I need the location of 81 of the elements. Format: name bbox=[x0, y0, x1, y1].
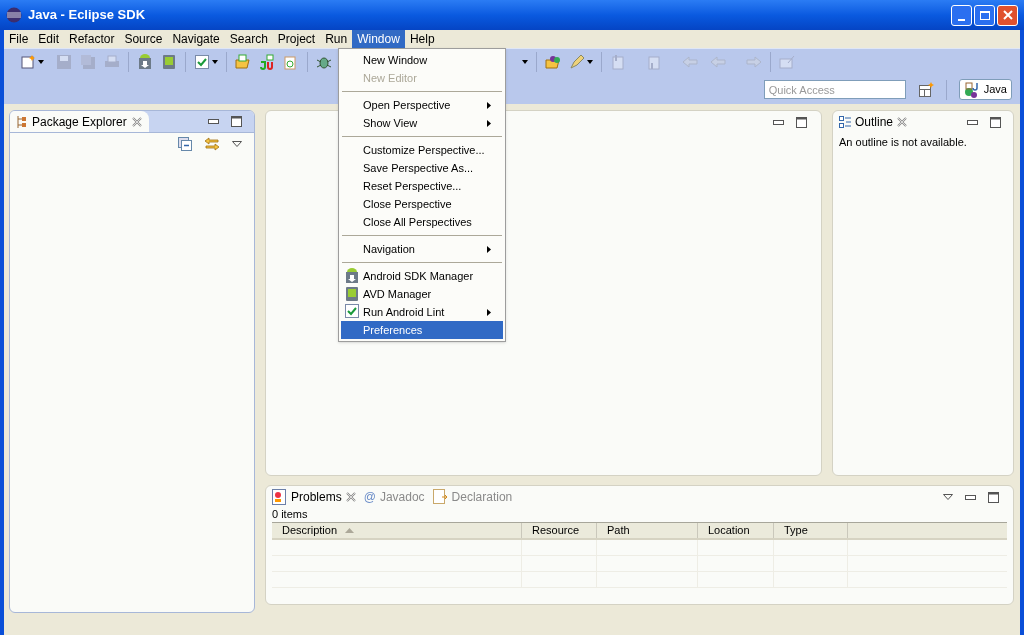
link-arrows-icon[interactable] bbox=[204, 137, 220, 151]
menu-item[interactable]: Customize Perspective... bbox=[341, 141, 503, 159]
maximize-icon[interactable] bbox=[988, 491, 999, 503]
maximize-button[interactable] bbox=[974, 4, 995, 26]
maximize-icon[interactable] bbox=[231, 116, 242, 127]
menu-item[interactable]: New Window bbox=[341, 51, 503, 69]
menu-bar-item[interactable]: Window bbox=[352, 30, 405, 48]
view-menu-icon[interactable] bbox=[232, 141, 242, 147]
menu-bar-item[interactable]: Source bbox=[119, 30, 168, 48]
menu-bar-item[interactable]: Project bbox=[272, 30, 321, 48]
tab-label: Outline bbox=[855, 114, 894, 131]
column-header[interactable]: Resource bbox=[522, 523, 597, 538]
minimize-icon[interactable] bbox=[965, 494, 976, 500]
menu-item[interactable]: Navigation bbox=[341, 240, 503, 258]
menu-item[interactable]: Show View bbox=[341, 114, 503, 132]
menu-bar-item[interactable]: Navigate bbox=[167, 30, 225, 48]
maximize-icon[interactable] bbox=[990, 116, 1001, 128]
tab-label: Package Explorer bbox=[32, 113, 127, 131]
caret-icon[interactable] bbox=[522, 60, 528, 64]
menu-item[interactable]: Run Android Lint bbox=[341, 303, 503, 321]
menu-item[interactable]: Preferences bbox=[341, 321, 503, 339]
close-icon[interactable] bbox=[897, 117, 908, 127]
window-title: Java - Eclipse SDK bbox=[28, 6, 146, 25]
at-sign-icon: @ bbox=[363, 488, 376, 506]
minimize-button[interactable] bbox=[951, 4, 972, 26]
outline-icon bbox=[839, 116, 851, 128]
sort-ascending-icon bbox=[345, 528, 355, 533]
quick-access-field[interactable]: Quick Access bbox=[763, 80, 906, 99]
menu-item[interactable]: Android SDK Manager bbox=[341, 267, 503, 285]
menu-bar-item[interactable]: Help bbox=[404, 30, 440, 48]
panel-tab[interactable]: Outline bbox=[833, 113, 914, 131]
caret-icon[interactable] bbox=[212, 60, 218, 64]
menu-item[interactable]: Close Perspective bbox=[341, 195, 503, 213]
declaration-icon bbox=[432, 489, 448, 505]
problems-icon bbox=[272, 489, 287, 505]
java-perspective-button[interactable]: Java bbox=[958, 79, 1012, 100]
menu-bar-item[interactable]: Edit bbox=[33, 30, 65, 48]
menu-item[interactable]: Open Perspective bbox=[341, 96, 503, 114]
close-icon[interactable] bbox=[131, 116, 142, 127]
bug-icon[interactable] bbox=[316, 54, 332, 70]
column-header[interactable]: Type bbox=[774, 523, 848, 538]
caret-icon[interactable] bbox=[587, 60, 593, 64]
menu-bar-item[interactable]: Run bbox=[320, 30, 353, 48]
panel-tab[interactable]: Package Explorer bbox=[10, 111, 149, 132]
maximize-icon[interactable] bbox=[796, 116, 807, 128]
menu-item[interactable]: AVD Manager bbox=[341, 285, 503, 303]
collapse-all-icon[interactable] bbox=[178, 137, 192, 151]
java-perspective-icon bbox=[963, 81, 980, 98]
package-icon bbox=[17, 115, 27, 128]
menu-bar-item[interactable]: Refactor bbox=[64, 30, 120, 48]
close-icon[interactable] bbox=[345, 492, 356, 502]
app-logo-icon bbox=[6, 7, 22, 23]
test-icon[interactable] bbox=[259, 54, 275, 70]
menu-item[interactable]: Close All Perspectives bbox=[341, 213, 503, 231]
android-device-icon bbox=[345, 286, 359, 302]
android-device-icon[interactable] bbox=[161, 54, 177, 70]
minimize-icon[interactable] bbox=[208, 119, 219, 124]
menu-item[interactable]: Reset Perspective... bbox=[341, 177, 503, 195]
outline-message: An outline is not available. bbox=[838, 135, 968, 150]
column-header[interactable]: Description bbox=[272, 523, 522, 538]
android-download-icon[interactable] bbox=[137, 54, 153, 70]
panel-tab[interactable]: Problems bbox=[272, 488, 364, 506]
open-perspective-icon[interactable] bbox=[917, 81, 934, 98]
open-folder-icon[interactable] bbox=[545, 54, 561, 70]
new-class-icon[interactable] bbox=[283, 54, 299, 70]
close-icon bbox=[1002, 10, 1013, 20]
column-header[interactable]: Path bbox=[597, 523, 698, 538]
view-menu-icon[interactable] bbox=[943, 494, 953, 500]
folder-icon[interactable] bbox=[235, 54, 251, 70]
item-count: 0 items bbox=[272, 508, 309, 520]
minimize-icon[interactable] bbox=[967, 119, 978, 125]
close-button[interactable] bbox=[997, 4, 1018, 26]
minimize-icon[interactable] bbox=[773, 119, 784, 125]
menu-item[interactable]: Save Perspective As... bbox=[341, 159, 503, 177]
menu-bar-item[interactable]: Search bbox=[224, 30, 273, 48]
menu-bar-item[interactable]: File bbox=[4, 30, 34, 48]
caret-icon[interactable] bbox=[38, 60, 44, 64]
column-header[interactable]: Location bbox=[698, 523, 774, 538]
checkmark-icon bbox=[345, 304, 359, 318]
android-download-icon bbox=[345, 268, 359, 284]
checkbox-icon[interactable] bbox=[194, 54, 210, 70]
